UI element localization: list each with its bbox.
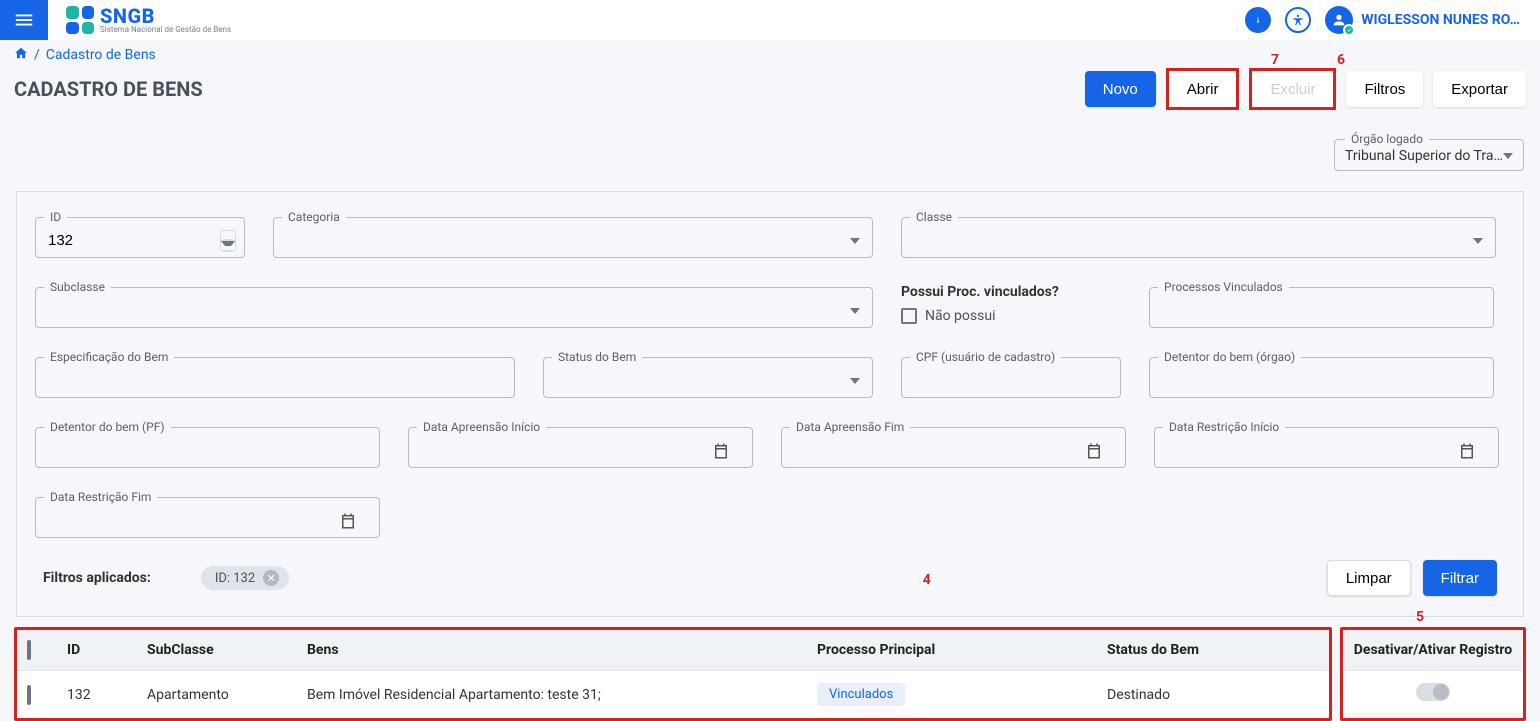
col-id: ID [67, 642, 147, 658]
page-actions: Novo Abrir Excluir Filtros Exportar [1085, 68, 1526, 110]
calendar-icon [1085, 442, 1103, 460]
filter-panel: ID Categoria Classe Subclasse Poss [16, 191, 1524, 617]
categoria-select[interactable]: Categoria [273, 210, 873, 258]
nao-possui-option[interactable]: Não possui [901, 308, 1121, 324]
annotation-6: 6 [1337, 52, 1345, 68]
logo-icon [66, 6, 94, 34]
logo: SNGB Sistema Nacional de Gestão de Bens [66, 6, 231, 34]
annotation-5: 5 [1416, 609, 1424, 625]
calendar-icon [1458, 442, 1476, 460]
possui-proc-label: Possui Proc. vinculados? [901, 284, 1121, 300]
row-checkbox[interactable] [27, 685, 31, 705]
info-icon[interactable] [1245, 7, 1271, 33]
row-toggle[interactable] [1416, 683, 1450, 701]
col-subclasse: SubClasse [147, 642, 307, 658]
org-logado-label: Órgão logado [1345, 132, 1429, 146]
org-logado-select[interactable]: Órgão logado Tribunal Superior do Tra… [1334, 132, 1524, 171]
annotation-7: 7 [1271, 52, 1279, 68]
calendar-icon [339, 512, 357, 530]
annotation-4: 4 [923, 572, 931, 588]
applied-filters-label: Filtros aplicados: [43, 570, 151, 586]
vinculados-badge[interactable]: Vinculados [817, 683, 905, 706]
breadcrumb-current[interactable]: Cadastro de Bens [46, 47, 156, 63]
menu-button[interactable] [0, 0, 48, 40]
detentor-pf-field[interactable]: Detentor do bem (PF) [35, 420, 380, 468]
limpar-button[interactable]: Limpar [1327, 560, 1411, 596]
cell-status: Destinado [1107, 687, 1327, 703]
cell-id: 132 [67, 687, 147, 703]
status-bem-select[interactable]: Status do Bem [543, 350, 873, 398]
col-processo: Processo Principal [817, 642, 1107, 658]
possui-proc-group: Possui Proc. vinculados? Não possui [901, 280, 1121, 328]
classe-select[interactable]: Classe [901, 210, 1496, 258]
select-all-checkbox[interactable] [27, 640, 31, 660]
page-title: CADASTRO DE BENS [14, 77, 203, 101]
cell-subclasse: Apartamento [147, 687, 307, 703]
results-area: 5 ID SubClasse Bens Processo Principal S… [14, 627, 1526, 721]
cell-bens: Bem Imóvel Residencial Apartamento: test… [307, 687, 817, 703]
check-badge-icon [1343, 24, 1355, 36]
results-table: ID SubClasse Bens Processo Principal Sta… [14, 627, 1332, 721]
accessibility-icon[interactable] [1285, 7, 1311, 33]
chevron-down-icon [850, 378, 860, 384]
number-stepper[interactable] [220, 230, 236, 252]
filter-chip-id[interactable]: ID: 132 ✕ [201, 566, 289, 590]
chip-remove-icon[interactable]: ✕ [263, 570, 279, 586]
breadcrumb-home[interactable] [14, 46, 28, 64]
filtrar-button[interactable]: Filtrar [1423, 560, 1497, 596]
exportar-button[interactable]: Exportar [1433, 71, 1526, 107]
user-name: WIGLESSON NUNES RO… [1361, 12, 1520, 28]
data-apreensao-fim-field[interactable]: Data Apreensão Fim [781, 420, 1126, 468]
cpf-field[interactable]: CPF (usuário de cadastro) [901, 350, 1121, 398]
page-header: CADASTRO DE BENS Novo Abrir Excluir Filt… [0, 64, 1540, 120]
excluir-button[interactable]: Excluir [1252, 71, 1333, 107]
user-menu[interactable]: WIGLESSON NUNES RO… [1325, 6, 1520, 34]
checkbox-icon [901, 308, 917, 324]
data-apreensao-inicio-field[interactable]: Data Apreensão Início [408, 420, 753, 468]
detentor-orgao-field[interactable]: Detentor do bem (órgao) [1149, 350, 1494, 398]
processos-vinculados-field[interactable]: Processos Vinculados [1149, 280, 1494, 328]
org-row: Órgão logado Tribunal Superior do Tra… [0, 120, 1540, 171]
col-toggle: Desativar/Ativar Registro [1343, 630, 1523, 670]
topbar: SNGB Sistema Nacional de Gestão de Bens … [0, 0, 1540, 40]
applied-filters-row: Filtros aplicados: ID: 132 ✕ 4 Limpar Fi… [25, 560, 1515, 608]
org-logado-value: Tribunal Superior do Tra… [1345, 148, 1503, 164]
col-bens: Bens [307, 642, 817, 658]
table-row[interactable]: 132 Apartamento Bem Imóvel Residencial A… [17, 670, 1329, 718]
chevron-down-icon [850, 308, 860, 314]
novo-button[interactable]: Novo [1085, 71, 1156, 107]
toggle-column: Desativar/Ativar Registro [1340, 627, 1526, 721]
chevron-down-icon [850, 238, 860, 244]
chevron-down-icon [1473, 238, 1483, 244]
data-restricao-fim-field[interactable]: Data Restrição Fim [35, 490, 380, 538]
home-icon [14, 46, 28, 60]
logo-acronym: SNGB [100, 6, 231, 26]
especificacao-field[interactable]: Especificação do Bem [35, 350, 515, 398]
avatar [1325, 6, 1353, 34]
subclasse-select[interactable]: Subclasse [35, 280, 873, 328]
calendar-icon [712, 442, 730, 460]
col-status: Status do Bem [1107, 642, 1327, 658]
id-field[interactable]: ID [35, 210, 245, 258]
id-input[interactable] [36, 226, 220, 256]
hamburger-icon [13, 9, 35, 31]
table-header: ID SubClasse Bens Processo Principal Sta… [17, 630, 1329, 670]
chevron-down-icon [1503, 153, 1513, 159]
logo-subtitle: Sistema Nacional de Gestão de Bens [100, 26, 231, 34]
processos-vinculados-input[interactable] [1150, 296, 1493, 326]
filtros-button[interactable]: Filtros [1346, 71, 1423, 107]
abrir-button[interactable]: Abrir [1169, 71, 1237, 107]
breadcrumb: / Cadastro de Bens [0, 40, 1540, 64]
data-restricao-inicio-field[interactable]: Data Restrição Início [1154, 420, 1499, 468]
topbar-actions: WIGLESSON NUNES RO… [1245, 6, 1520, 34]
